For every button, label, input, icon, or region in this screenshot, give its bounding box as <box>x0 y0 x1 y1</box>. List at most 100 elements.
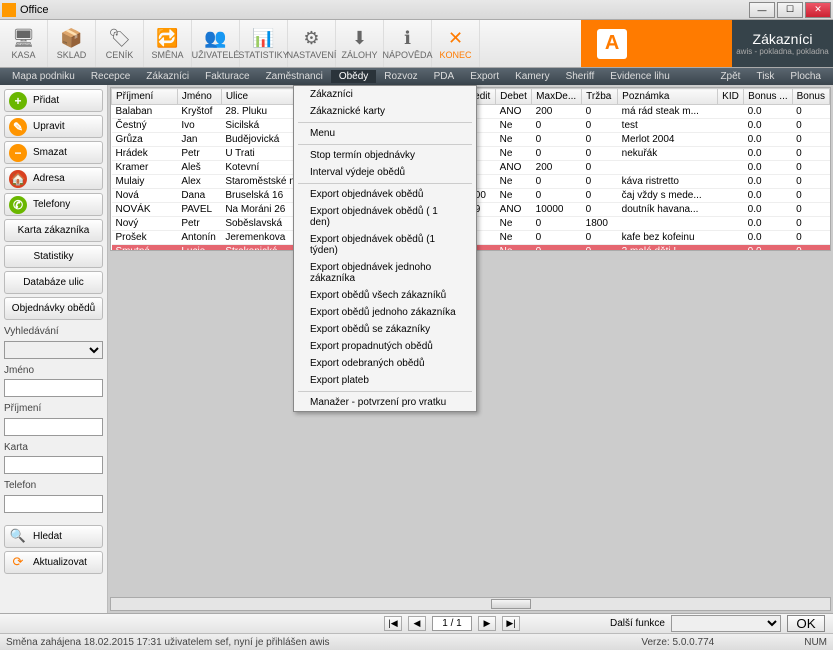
scroll-thumb[interactable] <box>491 599 531 609</box>
side-karta-zákazníka[interactable]: Karta zákazníka <box>4 219 103 242</box>
menu-tisk[interactable]: Tisk <box>748 70 782 83</box>
menu-kamery[interactable]: Kamery <box>507 70 557 83</box>
footer-toolbar: |◀ ◀ ▶ ▶| Další funkce OK <box>0 613 833 633</box>
col-8[interactable]: Tržba <box>582 89 618 105</box>
search-button[interactable]: 🔍Hledat <box>4 525 103 548</box>
menu-item[interactable]: Menu <box>294 125 476 142</box>
menu-item[interactable]: Export obědů všech zákazníků <box>294 287 476 304</box>
side-upravit[interactable]: ✎Upravit <box>4 115 103 138</box>
first-page-button[interactable]: |◀ <box>384 616 402 631</box>
menu-fakturace[interactable]: Fakturace <box>197 70 257 83</box>
search-label: Vyhledávání <box>4 326 103 337</box>
col-6[interactable]: Debet <box>496 89 532 105</box>
col-12[interactable]: Bonus <box>792 89 829 105</box>
menu-item[interactable]: Interval výdeje obědů <box>294 164 476 181</box>
field-karta[interactable] <box>4 456 103 474</box>
menu-item[interactable]: Zákazníci <box>294 86 476 103</box>
tool-směna[interactable]: 🔁SMĚNA <box>144 20 192 67</box>
refresh-icon: ⟳ <box>9 553 27 571</box>
menu-item[interactable]: Export objednávek jednoho zákazníka <box>294 259 476 287</box>
col-7[interactable]: MaxDe... <box>532 89 582 105</box>
menu-mapa-podniku[interactable]: Mapa podniku <box>4 70 83 83</box>
menu-plocha[interactable]: Plocha <box>782 70 829 83</box>
menu-sheriff[interactable]: Sheriff <box>558 70 603 83</box>
menu-rozvoz[interactable]: Rozvoz <box>376 70 425 83</box>
ceník-icon: 🏷 <box>108 28 131 50</box>
kasa-icon: 🖥 <box>12 28 35 50</box>
prev-page-button[interactable]: ◀ <box>408 616 426 631</box>
page-input[interactable] <box>432 616 472 631</box>
app-icon <box>2 3 16 17</box>
field-label-telefon: Telefon <box>4 480 103 491</box>
statistiky-icon: 📊 <box>252 28 274 50</box>
func-select[interactable] <box>671 615 781 632</box>
field-jméno[interactable] <box>4 379 103 397</box>
col-1[interactable]: Jméno <box>177 89 221 105</box>
tool-statistiky[interactable]: 📊STATISTIKY <box>240 20 288 67</box>
close-button[interactable]: ✕ <box>805 2 831 18</box>
side-statistiky[interactable]: Statistiky <box>4 245 103 268</box>
obedy-dropdown[interactable]: ZákazníciZákaznické karty Menu Stop termín… <box>293 85 477 412</box>
section-title: Zákazníciawis - pokladna, pokladna <box>732 20 833 67</box>
menu-zákazníci[interactable]: Zákazníci <box>138 70 197 83</box>
nastavení-icon: ⚙ <box>303 28 319 50</box>
tool-kasa[interactable]: 🖥KASA <box>0 20 48 67</box>
num-indicator: NUM <box>804 637 827 648</box>
side-smazat[interactable]: −Smazat <box>4 141 103 164</box>
side-adresa[interactable]: 🏠Adresa <box>4 167 103 190</box>
maximize-button[interactable]: ☐ <box>777 2 803 18</box>
ok-button[interactable]: OK <box>787 615 825 632</box>
horizontal-scrollbar[interactable] <box>110 597 831 611</box>
side-objednávky-obědů[interactable]: Objednávky obědů <box>4 297 103 320</box>
menu-pda[interactable]: PDA <box>426 70 463 83</box>
next-page-button[interactable]: ▶ <box>478 616 496 631</box>
col-10[interactable]: KID <box>718 89 744 105</box>
statusbar: Směna zahájena 18.02.2015 17:31 uživatel… <box>0 633 833 650</box>
uživatelé-icon: 👥 <box>204 28 226 50</box>
field-label-příjmení: Příjmení <box>4 403 103 414</box>
menu-item[interactable]: Zákaznické karty <box>294 103 476 120</box>
menu-zaměstnanci[interactable]: Zaměstnanci <box>258 70 331 83</box>
tool-nastavení[interactable]: ⚙NASTAVENÍ <box>288 20 336 67</box>
col-9[interactable]: Poznámka <box>618 89 718 105</box>
menu-item[interactable]: Manažer - potvrzení pro vratku <box>294 394 476 411</box>
tool-nápověda[interactable]: ℹNÁPOVĚDA <box>384 20 432 67</box>
side-přidat[interactable]: +Přidat <box>4 89 103 112</box>
menu-item[interactable]: Export propadnutých obědů <box>294 338 476 355</box>
menu-item[interactable]: Export objednávek obědů (1 týden) <box>294 231 476 259</box>
tool-ceník[interactable]: 🏷CENÍK <box>96 20 144 67</box>
minimize-button[interactable]: — <box>749 2 775 18</box>
side-databáze-ulic[interactable]: Databáze ulic <box>4 271 103 294</box>
field-telefon[interactable] <box>4 495 103 513</box>
field-příjmení[interactable] <box>4 418 103 436</box>
tool-uživatelé[interactable]: 👥UŽIVATELÉ <box>192 20 240 67</box>
version: 5.0.0.774 <box>673 637 715 648</box>
field-label-jméno: Jméno <box>4 365 103 376</box>
tool-sklad[interactable]: 📦SKLAD <box>48 20 96 67</box>
menu-item[interactable]: Export odebraných obědů <box>294 355 476 372</box>
sidebar: +Přidat ✎Upravit −Smazat 🏠Adresa ✆Telefony Ka… <box>0 85 108 613</box>
field-label-karta: Karta <box>4 442 103 453</box>
menu-separator <box>298 391 472 392</box>
menu-item[interactable]: Export objednávek obědů ( 1 den) <box>294 203 476 231</box>
menu-separator <box>298 144 472 145</box>
menu-item[interactable]: Export plateb <box>294 372 476 389</box>
tool-konec[interactable]: ✕KONEC <box>432 20 480 67</box>
menu-recepce[interactable]: Recepce <box>83 70 138 83</box>
menu-zpět[interactable]: Zpět <box>712 70 748 83</box>
menu-item[interactable]: Stop termín objednávky <box>294 147 476 164</box>
last-page-button[interactable]: ▶| <box>502 616 520 631</box>
refresh-button[interactable]: ⟳Aktualizovat <box>4 551 103 574</box>
col-0[interactable]: Příjmení <box>112 89 178 105</box>
menu-item[interactable]: Export obědů se zákazníky <box>294 321 476 338</box>
func-label: Další funkce <box>610 618 665 629</box>
col-11[interactable]: Bonus ... <box>744 89 792 105</box>
search-select[interactable] <box>4 341 103 359</box>
menu-item[interactable]: Export obědů jednoho zákazníka <box>294 304 476 321</box>
tool-zálohy[interactable]: ⬇ZÁLOHY <box>336 20 384 67</box>
menu-obědy[interactable]: Obědy <box>331 70 376 83</box>
menu-evidence-lihu[interactable]: Evidence lihu <box>602 70 677 83</box>
menu-item[interactable]: Export objednávek obědů <box>294 186 476 203</box>
side-telefony[interactable]: ✆Telefony <box>4 193 103 216</box>
menu-export[interactable]: Export <box>462 70 507 83</box>
